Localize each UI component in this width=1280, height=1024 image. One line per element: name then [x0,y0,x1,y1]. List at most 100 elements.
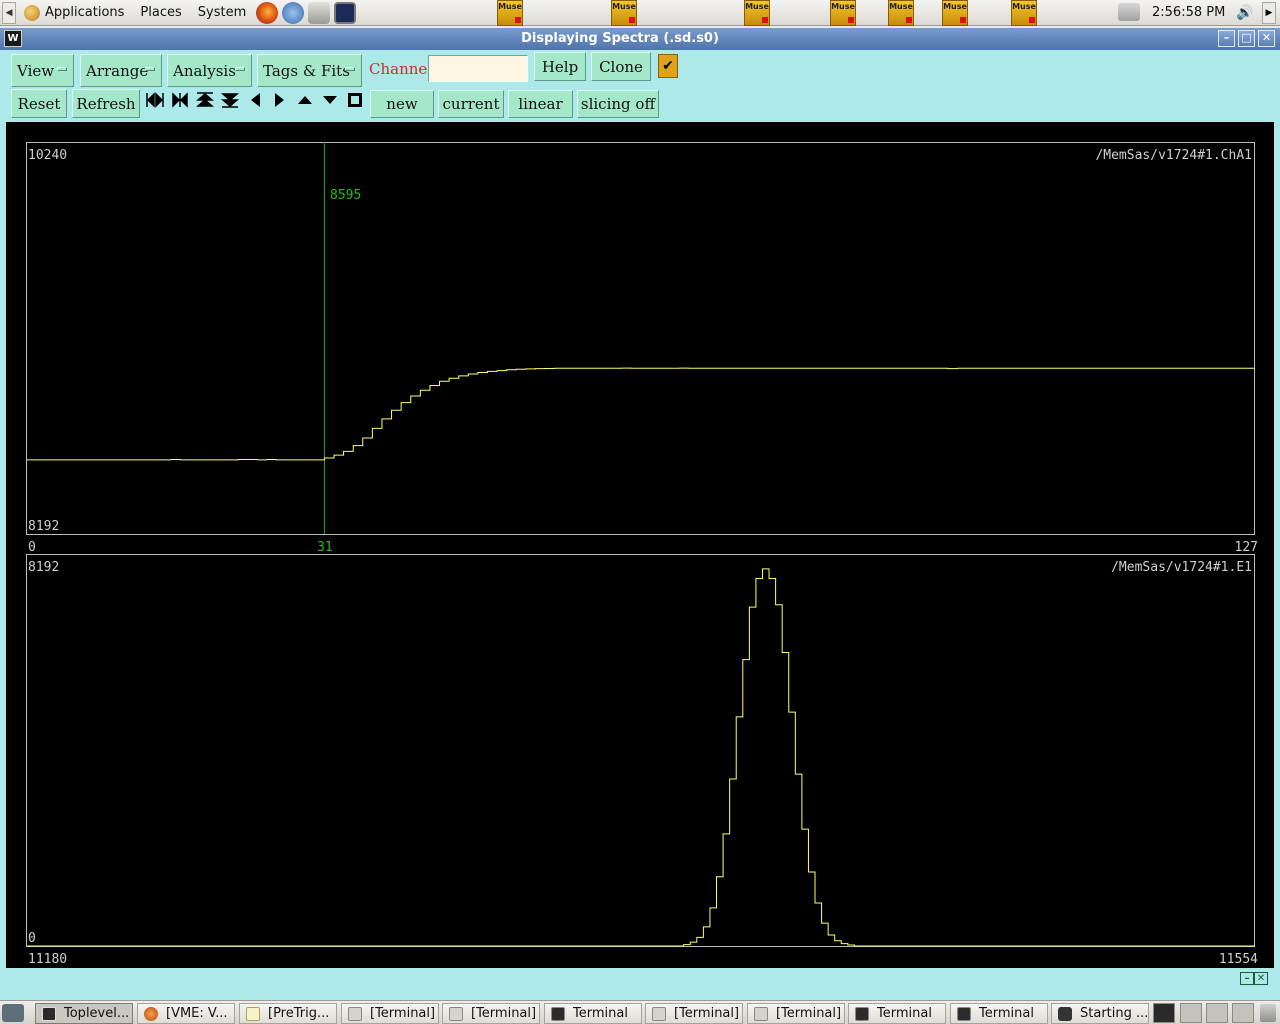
muse-launcher-icon[interactable]: Muse [1011,0,1037,26]
minimize-button[interactable]: – [1218,30,1235,47]
taskbar-item-terminal[interactable]: [Terminal] [442,1003,540,1024]
top-spectrum-trace [27,367,1255,461]
firefox-launcher-icon[interactable] [256,1,279,24]
corner-controls: – ✕ [1240,972,1268,985]
taskbar-item-vme[interactable]: [VME: V... [137,1003,235,1024]
terminal-icon [449,1006,463,1021]
terminal-icon [348,1006,362,1021]
taskbar-item-label: Terminal [979,1006,1034,1021]
mail-launcher-icon[interactable] [308,1,331,24]
menu-indicator-icon [57,67,67,71]
taskbar-item-starting[interactable]: Starting ... [1051,1003,1149,1024]
taskbar-item-terminal[interactable]: Terminal [950,1003,1048,1024]
compress-y-icon[interactable] [220,90,240,110]
zoom-in-x-icon[interactable] [145,90,165,110]
camera-icon [1058,1006,1072,1021]
mode-linear-button[interactable]: linear [508,90,573,118]
refresh-button[interactable]: Refresh [72,89,140,118]
workspace-3[interactable] [1206,1003,1228,1023]
scroll-right-icon[interactable] [270,90,290,110]
workspace-4[interactable] [1232,1003,1254,1023]
mode-new-button[interactable]: new [370,90,434,118]
muse-launcher-icon[interactable]: Muse [888,0,914,26]
applications-menu-label: Applications [45,5,125,20]
stop-icon[interactable] [345,90,365,110]
taskbar-item-terminal[interactable]: Terminal [848,1003,946,1024]
muse-launcher-icon[interactable]: Muse [611,0,637,26]
terminal-icon [855,1006,869,1021]
muse-icon-label: Muse [889,2,913,11]
workspace-1[interactable] [1153,1003,1175,1023]
taskbar-item-terminal[interactable]: [Terminal] [747,1003,845,1024]
muse-launcher-icon[interactable]: Muse [942,0,968,26]
expand-y-icon[interactable] [195,90,215,110]
workspace-2[interactable] [1180,1003,1202,1023]
arrange-menu-button[interactable]: Arrange [80,54,162,87]
system-menu-label: System [197,5,247,20]
cursor-value-label: 8595 [330,188,362,203]
muse-launcher-icon[interactable]: Muse [830,0,856,26]
system-menu[interactable]: System [190,0,254,26]
top-plot-xmax-label: 127 [1234,540,1258,555]
view-menu-label: View [17,61,55,80]
corner-minimize-icon[interactable]: – [1240,972,1254,985]
panel-scroll-right-arrow[interactable]: ▶ [1262,2,1276,24]
channel-input[interactable] [428,55,528,82]
bottom-plot-ymax-label: 8192 [28,560,60,575]
muse-launcher-icon[interactable]: Muse [744,0,770,26]
tags-fits-menu-button[interactable]: Tags & Fits [257,54,362,87]
window-titlebar[interactable]: W Displaying Spectra (.sd.s0) – □ ✕ [0,28,1280,50]
terminal-launcher-icon[interactable] [334,1,357,24]
taskbar-item-terminal[interactable]: [Terminal] [341,1003,439,1024]
view-menu-button[interactable]: View [11,54,74,87]
firefox-icon [144,1006,158,1021]
taskbar-item-label: [Terminal] [370,1006,436,1021]
taskbar-item-terminal[interactable]: Terminal [544,1003,642,1024]
scroll-down-icon[interactable] [320,90,340,110]
scroll-left-icon[interactable] [245,90,265,110]
taskbar-item-label: [Terminal] [776,1006,842,1021]
cursor-channel-label: 31 [317,540,333,555]
spectra-canvas[interactable]: 10240 8192 /MemSas/v1724#1.ChA1 8595 0 3… [6,122,1274,968]
applications-menu[interactable]: Applications [16,0,132,26]
printer-tray-icon[interactable] [1118,3,1140,21]
check-toggle-button[interactable]: ✔ [658,54,678,78]
taskbar-item-label: [Terminal] [471,1006,537,1021]
close-button[interactable]: ✕ [1258,30,1275,47]
bottom-taskbar: Toplevel... [VME: V... [PreTrig... [Term… [0,1000,1280,1024]
top-plot-xmin-label: 0 [28,540,36,555]
bottom-plot-name-label: /MemSas/v1724#1.E1 [1111,560,1252,575]
analysis-menu-button[interactable]: Analysis [167,54,252,87]
corner-close-icon[interactable]: ✕ [1254,972,1268,985]
menu-indicator-icon [145,67,155,71]
taskbar-item-label: Terminal [877,1006,932,1021]
muse-icon-label: Muse [498,2,522,11]
network-launcher-icon[interactable] [282,1,305,24]
text-editor-icon [246,1006,260,1021]
zoom-out-x-icon[interactable] [170,90,190,110]
taskbar-item-pretrig[interactable]: [PreTrig... [239,1003,337,1024]
muse-icon-label: Muse [831,2,855,11]
panel-clock[interactable]: 2:56:58 PM [1152,5,1225,20]
panel-scroll-left-arrow[interactable]: ◀ [2,1,16,24]
scroll-up-icon[interactable] [295,90,315,110]
mode-current-button[interactable]: current [438,90,504,118]
taskbar-item-toplevel[interactable]: Toplevel... [35,1003,133,1024]
trash-icon[interactable] [1260,1004,1276,1022]
status-strip [6,968,1274,994]
clone-button[interactable]: Clone [591,52,651,81]
spectra-plots-svg[interactable] [6,122,1274,968]
window-title: Displaying Spectra (.sd.s0) [521,31,719,46]
taskbar-item-terminal[interactable]: [Terminal] [645,1003,743,1024]
reset-button[interactable]: Reset [11,89,67,118]
show-desktop-icon[interactable] [2,1004,24,1022]
help-button[interactable]: Help [534,52,586,81]
maximize-button[interactable]: □ [1238,30,1255,47]
places-menu[interactable]: Places [132,0,189,26]
volume-icon[interactable]: 🔊 [1234,2,1256,24]
analysis-menu-label: Analysis [173,61,236,80]
muse-launcher-icon[interactable]: Muse [497,0,523,26]
menu-indicator-icon [235,67,245,71]
taskbar-item-label: Toplevel... [64,1006,130,1021]
mode-slicing-button[interactable]: slicing off [577,90,659,118]
